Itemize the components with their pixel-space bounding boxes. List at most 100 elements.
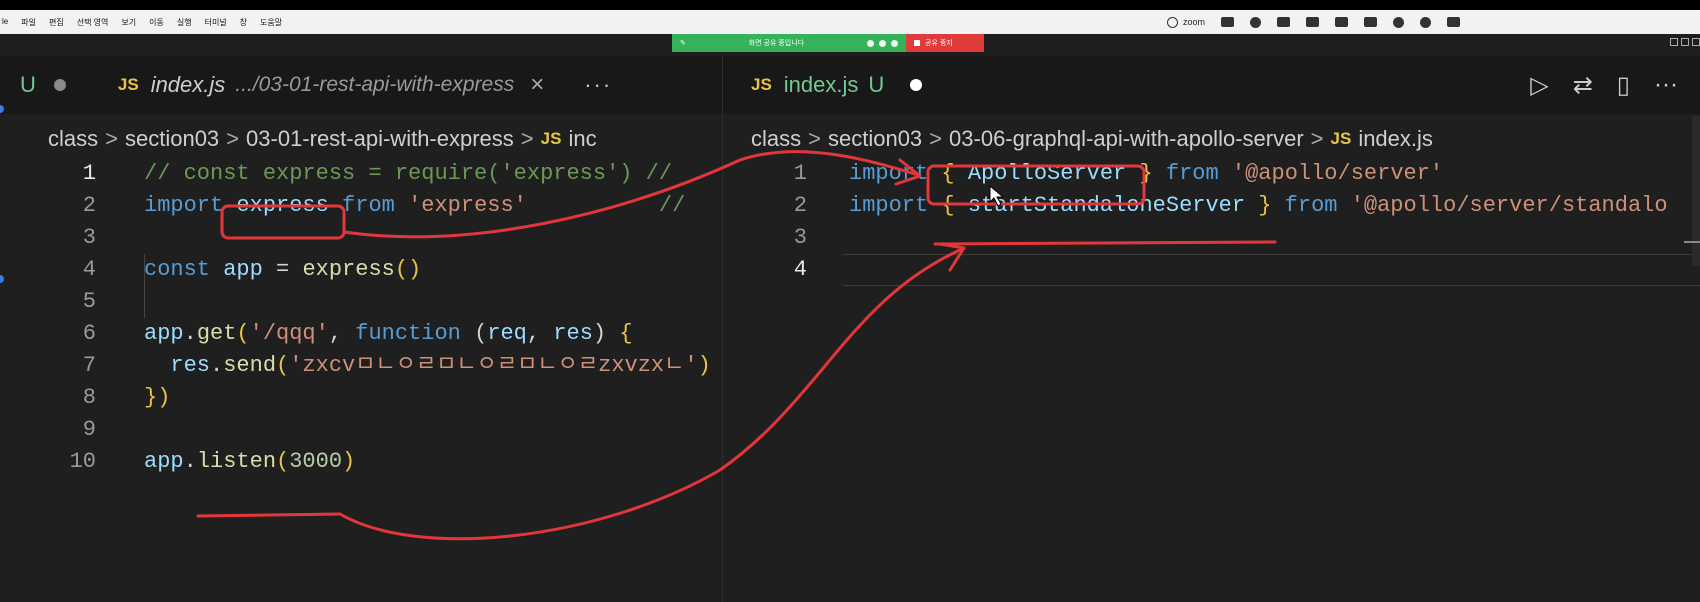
breadcrumb-item[interactable]: section03 <box>125 126 219 152</box>
tab-index-js-rest[interactable]: JS index.js .../03-01-rest-api-with-expr… <box>100 56 562 114</box>
breadcrumb-item[interactable]: index.js <box>1358 126 1433 152</box>
code-token: { <box>619 321 633 346</box>
dirty-dot-icon[interactable] <box>910 79 923 91</box>
code-token: startStandaloneServer <box>967 193 1246 218</box>
shield-icon[interactable] <box>890 39 898 47</box>
line-number: 7 <box>82 353 96 378</box>
sync-icon[interactable] <box>1250 16 1261 28</box>
code-token: 'zxcvㅁㄴㅇㄹㅁㄴㅇㄹㅁㄴㅇㄹzxvzxㄴ' <box>289 353 698 378</box>
line-content: app.listen(3000) <box>144 446 355 478</box>
code-token: { <box>941 193 968 218</box>
window-icon[interactable] <box>1221 17 1234 27</box>
line-content: res.send('zxcvㅁㄴㅇㄹㅁㄴㅇㄹㅁㄴㅇㄹzxvzxㄴ') <box>144 350 711 382</box>
line-number: 2 <box>82 193 96 218</box>
breadcrumb-item[interactable]: inc <box>568 126 596 152</box>
breadcrumb-item[interactable]: section03 <box>828 126 922 152</box>
pencil-icon[interactable]: ✎ <box>680 39 686 47</box>
battery-icon[interactable] <box>1364 17 1377 27</box>
more-actions-button[interactable]: ··· <box>1654 71 1678 99</box>
right-editor: JS index.js U ▷ ⇄ ▯ ··· class > section03 >03-… <box>723 56 1700 602</box>
code-token: // <box>526 193 699 218</box>
menu-item-1[interactable]: 파일 <box>21 17 36 28</box>
app-icon[interactable] <box>1306 17 1319 27</box>
line-number: 4 <box>82 257 96 282</box>
scrollbar-marker[interactable] <box>1684 241 1700 243</box>
menu-item-4[interactable]: 보기 <box>121 17 136 28</box>
zoom-indicator[interactable]: zoom <box>1166 16 1205 28</box>
code-token: listen <box>196 449 277 474</box>
sharing-indicator[interactable]: ✎ 화면 공유 중입니다 <box>672 34 906 52</box>
line-number: 1 <box>793 161 807 186</box>
menu-item-2[interactable]: 편집 <box>49 17 64 28</box>
js-file-icon: JS <box>751 75 772 94</box>
code-token: } <box>1245 193 1272 218</box>
menu-item-3[interactable]: 선택 영역 <box>77 17 109 28</box>
code-token: } <box>1126 161 1153 186</box>
code-token: express <box>302 257 395 282</box>
pause-icon[interactable] <box>866 39 874 47</box>
line-content: import { startStandaloneServer } from '@… <box>849 190 1668 222</box>
tab-index-js-graphql[interactable]: JS index.js U <box>723 56 940 114</box>
wifi-icon[interactable] <box>1393 16 1404 28</box>
breadcrumb-item[interactable]: class <box>48 126 98 152</box>
sharing-icons <box>866 39 898 47</box>
line-number: 10 <box>69 449 96 474</box>
menu-item-9[interactable]: 도움말 <box>260 17 282 28</box>
search-icon[interactable] <box>1420 16 1431 28</box>
code-token: from <box>328 193 409 218</box>
code-token: , <box>328 321 356 346</box>
more-actions-button[interactable]: ··· <box>584 72 612 98</box>
layout-icon-2[interactable] <box>1681 38 1689 46</box>
editor-actions: ▷ ⇄ ▯ ··· <box>1530 56 1700 114</box>
minimap[interactable] <box>1692 116 1700 266</box>
stop-share-button[interactable]: 공유 중지 <box>906 34 984 52</box>
stop-icon <box>914 40 920 46</box>
current-line-highlight <box>843 254 1700 286</box>
line-number: 9 <box>82 417 96 442</box>
breadcrumb-item[interactable]: class <box>751 126 801 152</box>
run-icon[interactable]: ▷ <box>1530 71 1548 100</box>
screen-icon[interactable] <box>1277 17 1290 27</box>
tab-path: .../03-01-rest-api-with-express <box>235 73 515 96</box>
code-token: app <box>144 449 184 474</box>
code-token: ( <box>236 321 250 346</box>
menu-item-8[interactable]: 창 <box>240 17 247 28</box>
line-number: 5 <box>82 289 96 314</box>
code-token: import <box>849 161 942 186</box>
layout-icon-3[interactable] <box>1692 38 1700 46</box>
split-editor-icon[interactable]: ▯ <box>1617 71 1630 100</box>
menu-item-0[interactable]: le <box>2 17 8 28</box>
code-token: express <box>236 193 329 218</box>
compare-icon[interactable]: ⇄ <box>1573 71 1593 100</box>
prev-tab-dirty-dot[interactable] <box>53 79 66 91</box>
code-token: ) <box>697 353 711 378</box>
code-token: const <box>144 257 224 282</box>
zoom-icon <box>1166 16 1178 28</box>
code-token: ( <box>276 353 290 378</box>
code-token: '@apollo/server/standalo <box>1350 193 1668 218</box>
layout-icon-1[interactable] <box>1670 38 1678 46</box>
line-content: }) <box>144 382 170 414</box>
window-layout-controls <box>1670 38 1700 46</box>
code-token: ) <box>342 449 356 474</box>
cloud-icon[interactable] <box>878 39 886 47</box>
code-token: get <box>196 321 237 346</box>
line-number: 3 <box>793 225 807 250</box>
menu-item-7[interactable]: 터미널 <box>205 17 227 28</box>
line-content: // const express = require('express') // <box>144 158 685 190</box>
menu-item-6[interactable]: 실행 <box>177 17 192 28</box>
breadcrumb-separator: > <box>929 126 943 151</box>
close-icon[interactable]: × <box>530 71 544 99</box>
menu-item-5[interactable]: 이동 <box>149 17 164 28</box>
breadcrumb-item[interactable]: 03-01-rest-api-with-express <box>246 126 514 152</box>
breadcrumb-item[interactable]: 03-06-graphql-api-with-apollo-server <box>949 126 1304 152</box>
code-token: ApolloServer <box>967 161 1127 186</box>
breadcrumb-separator: > <box>808 126 821 151</box>
code-token: res <box>144 353 211 378</box>
screen-share-banner: ✎ 화면 공유 중입니다 공유 중지 <box>672 34 984 52</box>
a-icon[interactable] <box>1335 17 1348 27</box>
prev-tab-modified-marker[interactable]: U <box>0 72 36 98</box>
line-number: 8 <box>82 385 96 410</box>
line-number: 4 <box>793 257 807 282</box>
control-center-icon[interactable] <box>1447 17 1460 27</box>
